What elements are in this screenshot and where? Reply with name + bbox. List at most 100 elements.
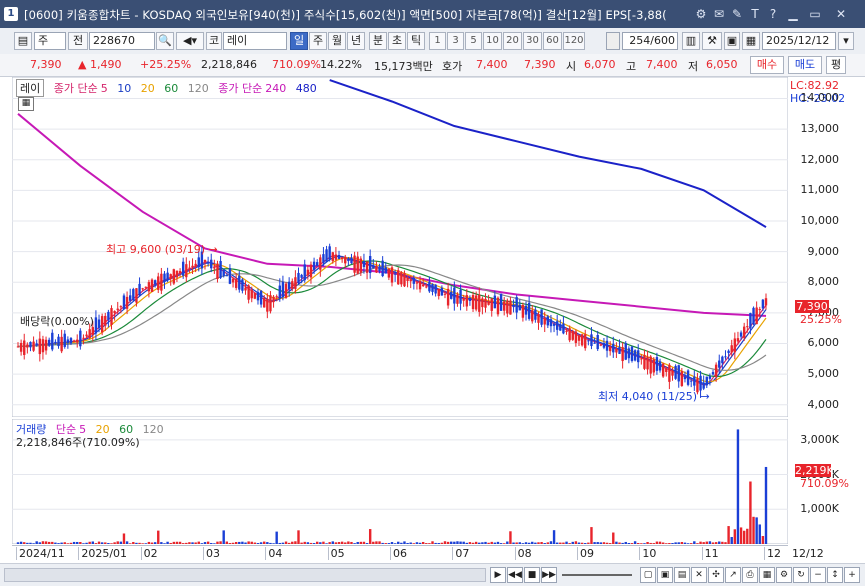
search-icon[interactable]: 🔍 bbox=[156, 32, 174, 50]
sell-button[interactable]: 매도 bbox=[788, 56, 822, 74]
rewind-button[interactable]: ◀◀ bbox=[507, 567, 523, 583]
candle-body bbox=[284, 283, 288, 298]
minute-5-button[interactable]: 5 bbox=[465, 32, 482, 50]
stock-code-input[interactable]: 228670 bbox=[89, 32, 155, 50]
chevron-down-icon[interactable]: ▾ bbox=[838, 32, 854, 50]
zoom-in-icon[interactable]: + bbox=[844, 567, 860, 583]
minute-1-button[interactable]: 1 bbox=[429, 32, 446, 50]
eval-button[interactable]: 평 bbox=[826, 56, 846, 74]
tool-icon-2[interactable]: ✕ bbox=[691, 567, 707, 583]
message-icon[interactable]: ✉ bbox=[712, 7, 726, 21]
tool-icon[interactable]: ⚒ bbox=[702, 32, 722, 50]
candle-body bbox=[624, 343, 627, 360]
volume-bar bbox=[649, 542, 652, 544]
candle-body bbox=[316, 262, 319, 266]
volume-bar bbox=[157, 530, 160, 544]
volume-bar bbox=[116, 541, 119, 544]
refresh-icon[interactable]: ↻ bbox=[793, 567, 809, 583]
price-change: ▲ 1,490 bbox=[78, 58, 122, 71]
candle-body bbox=[188, 267, 191, 269]
grid-icon[interactable]: ▦ bbox=[18, 97, 34, 111]
help-icon[interactable]: ? bbox=[766, 7, 780, 21]
candle-body bbox=[403, 272, 406, 287]
period-second-button[interactable]: 초 bbox=[388, 32, 406, 50]
minute-20-button[interactable]: 20 bbox=[503, 32, 522, 50]
bar-count: 254 bbox=[629, 34, 651, 47]
period-tick-button[interactable]: 틱 bbox=[407, 32, 425, 50]
volume-bar bbox=[200, 543, 204, 544]
fast-forward-button[interactable]: ▶▶ bbox=[541, 567, 557, 583]
horizontal-scrollbar[interactable] bbox=[4, 568, 486, 582]
candle-body bbox=[69, 338, 73, 344]
period-minute-button[interactable]: 분 bbox=[369, 32, 387, 50]
volume-bar bbox=[300, 542, 303, 544]
pin-icon[interactable]: ✎ bbox=[730, 7, 744, 21]
volume-bar bbox=[216, 541, 219, 544]
candle-body bbox=[153, 280, 157, 285]
prev-button[interactable]: 전 bbox=[68, 32, 88, 50]
zoom-slider[interactable] bbox=[562, 574, 632, 576]
print-icon[interactable]: ⎙ bbox=[742, 567, 758, 583]
volume-bar bbox=[758, 524, 761, 544]
scroll-right-button[interactable]: ▶ bbox=[490, 567, 506, 583]
volume-bar bbox=[421, 541, 425, 544]
volume-bar bbox=[303, 541, 306, 544]
zoom-out-icon[interactable]: − bbox=[810, 567, 826, 583]
count-dropdown[interactable] bbox=[606, 32, 620, 50]
minute-120-button[interactable]: 120 bbox=[563, 32, 585, 50]
chart-icon[interactable]: ▦ bbox=[759, 567, 775, 583]
data-table-icon[interactable]: ▥ bbox=[682, 32, 700, 50]
volume-bar bbox=[291, 541, 294, 544]
candle-body bbox=[116, 308, 119, 311]
stop-button[interactable]: ■ bbox=[524, 567, 540, 583]
period-year-button[interactable]: 년 bbox=[347, 32, 365, 50]
volume-bar bbox=[431, 541, 434, 544]
candle-body bbox=[297, 272, 300, 283]
minute-60-button[interactable]: 60 bbox=[543, 32, 562, 50]
view-icon-3[interactable]: ▤ bbox=[674, 567, 690, 583]
period-week-button[interactable]: 주 bbox=[309, 32, 327, 50]
candle-body bbox=[309, 264, 313, 278]
speaker-icon[interactable]: ◀▾ bbox=[176, 32, 204, 50]
maximize-icon[interactable]: ▭ bbox=[808, 7, 822, 21]
volume-bar bbox=[749, 481, 752, 544]
volume-bar bbox=[113, 542, 116, 544]
volume-bar bbox=[244, 542, 247, 544]
close-icon[interactable]: ✕ bbox=[834, 7, 848, 21]
view-icon-2[interactable]: ▣ bbox=[657, 567, 673, 583]
zoom-reset-icon[interactable]: ↕ bbox=[827, 567, 843, 583]
volume-bar bbox=[643, 543, 646, 544]
count-field[interactable]: 254/600 bbox=[622, 32, 678, 50]
minimize-icon[interactable]: ▁ bbox=[786, 7, 800, 21]
period-month-button[interactable]: 월 bbox=[328, 32, 346, 50]
candle-body bbox=[478, 294, 481, 312]
candle-body bbox=[347, 258, 350, 262]
stock-name-field[interactable]: 레이 bbox=[223, 32, 287, 50]
view-icon-1[interactable]: ▢ bbox=[640, 567, 656, 583]
long-ma-label: 종가 단순 bbox=[218, 82, 263, 95]
period-day-button[interactable]: 일 bbox=[290, 32, 308, 50]
end-date-label: 12/12 bbox=[792, 547, 824, 560]
crosshair-icon[interactable]: ✣ bbox=[708, 567, 724, 583]
settings-icon-2[interactable]: ⚙ bbox=[776, 567, 792, 583]
line-tool-icon[interactable]: ↗ bbox=[725, 567, 741, 583]
candle-body bbox=[79, 330, 82, 347]
period-select[interactable]: 주 bbox=[34, 32, 66, 50]
buy-button[interactable]: 매수 bbox=[750, 56, 784, 74]
minute-10-button[interactable]: 10 bbox=[483, 32, 502, 50]
minute-30-button[interactable]: 30 bbox=[523, 32, 542, 50]
save-icon[interactable]: ▣ bbox=[724, 32, 740, 50]
candle-body bbox=[250, 289, 253, 299]
calendar-icon[interactable]: ▦ bbox=[742, 32, 760, 50]
volume-bar bbox=[57, 543, 60, 544]
price-tick-label: 10,000 bbox=[800, 213, 840, 227]
text-icon[interactable]: T bbox=[748, 7, 762, 21]
settings-icon[interactable]: ⚙ bbox=[694, 7, 708, 21]
minute-3-button[interactable]: 3 bbox=[447, 32, 464, 50]
high-price: 7,400 bbox=[646, 58, 678, 71]
candle-body bbox=[340, 257, 344, 260]
layout-icon[interactable]: ▤ bbox=[14, 32, 32, 50]
candle-body bbox=[543, 318, 546, 325]
date-input[interactable]: 2025/12/12 bbox=[762, 32, 836, 50]
volume-bar bbox=[100, 542, 104, 544]
